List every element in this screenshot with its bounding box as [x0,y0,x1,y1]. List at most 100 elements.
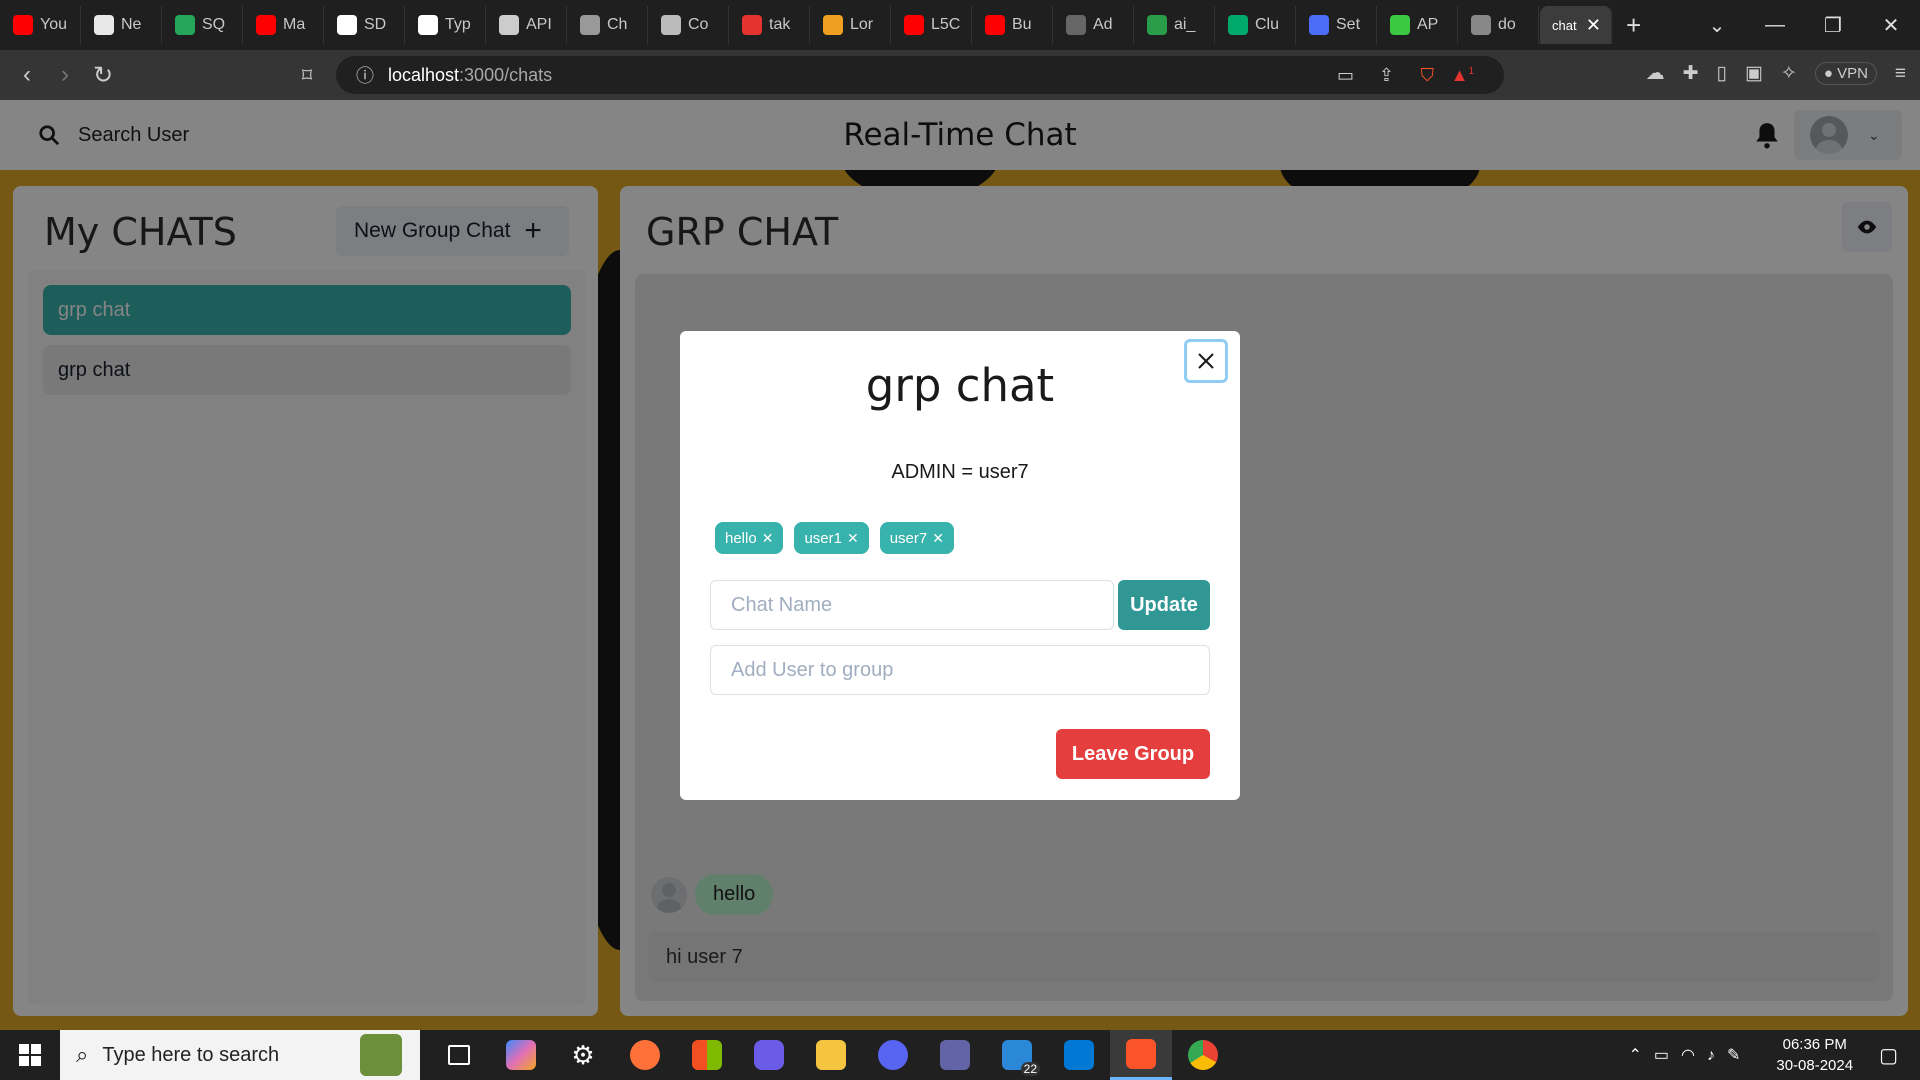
tab-search-icon[interactable]: ⌄ [1688,13,1746,38]
tab-label: Co [688,16,709,33]
forward-icon[interactable]: › [46,61,84,89]
mail-icon[interactable]: 22 [986,1030,1048,1080]
tab-label: Lor [850,16,874,33]
close-tab-icon[interactable]: ✕ [1586,15,1601,36]
teams-icon[interactable] [924,1030,986,1080]
remove-member-icon[interactable]: ✕ [762,530,774,547]
tab-label: SQ [202,16,226,33]
task-view-icon[interactable] [428,1030,490,1080]
chat-name-input[interactable]: Chat Name [710,580,1114,630]
member-tag[interactable]: hello ✕ [715,522,784,554]
brave-icon[interactable] [1110,1030,1172,1080]
sidebar-icon[interactable]: ▯ [1716,62,1726,85]
tab-label: Bu [1012,16,1032,33]
browser-tab[interactable]: API [487,6,567,44]
discord-icon[interactable] [862,1030,924,1080]
site-info-icon[interactable]: ⓘ [356,62,374,88]
clock-date: 30-08-2024 [1776,1057,1854,1074]
tab-favicon-icon [1309,15,1329,35]
settings-icon[interactable]: ⚙ [552,1030,614,1080]
browser-tab[interactable]: Set [1297,6,1377,44]
puzzle-icon[interactable]: ✚ [1683,62,1699,85]
tab-favicon-icon [337,15,357,35]
menu-icon[interactable]: ≡ [1895,63,1906,85]
tab-favicon-icon [499,15,519,35]
browser-tab[interactable]: Ne [82,6,162,44]
browser-tab[interactable]: AP [1378,6,1458,44]
vscode-icon[interactable] [1048,1030,1110,1080]
browser-tab[interactable]: Ma [244,6,324,44]
browser-tab[interactable]: Ch [568,6,648,44]
address-bar[interactable]: ⓘ localhost:3000/chats ▭ ⇪ ⛉ ▲1 [336,56,1504,94]
media-player-icon[interactable] [738,1030,800,1080]
browser-toolbar: ‹ › ↻ ⌑ ⓘ localhost:3000/chats ▭ ⇪ ⛉ ▲1 … [0,50,1920,100]
member-tag[interactable]: user7 ✕ [879,522,954,554]
back-icon[interactable]: ‹ [8,61,46,89]
chrome-icon[interactable] [1172,1030,1234,1080]
browser-tab[interactable]: Clu [1216,6,1296,44]
remove-member-icon[interactable]: ✕ [847,530,859,547]
extension-icon[interactable]: ☁ [1646,62,1665,85]
taskbar-search[interactable]: ⌕ Type here to search [60,1030,420,1080]
tab-favicon-icon [1066,15,1086,35]
browser-tab[interactable]: Co [649,6,729,44]
browser-tab[interactable]: tak [730,6,810,44]
close-window-button[interactable]: ✕ [1862,13,1920,38]
modal-close-button[interactable] [1184,339,1228,383]
tab-label: SD [364,16,387,33]
tab-label: tak [769,16,791,33]
tab-favicon-icon [418,15,438,35]
browser-tab[interactable]: SD [325,6,405,44]
cast-icon[interactable]: ▭ [1337,65,1354,86]
member-tag[interactable]: user1 ✕ [794,522,869,554]
firefox-icon[interactable] [614,1030,676,1080]
browser-tab[interactable]: Lor [811,6,891,44]
remove-member-icon[interactable]: ✕ [932,530,944,547]
browser-tab[interactable]: Bu [973,6,1053,44]
search-icon: ⌕ [76,1042,89,1067]
tab-favicon-icon [580,15,600,35]
active-tab-label: chat [1552,17,1577,33]
brave-rewards-icon[interactable]: ▲1 [1451,65,1474,86]
bookmark-icon[interactable]: ⌑ [288,63,326,88]
share-icon[interactable]: ⇪ [1379,65,1394,86]
restore-button[interactable]: ❐ [1804,13,1862,38]
tray-icons[interactable]: ⌃▭◠♪✎ [1628,1045,1752,1065]
browser-tab[interactable]: SQ [163,6,243,44]
tab-label: AP [1417,16,1439,33]
new-tab-button[interactable]: + [1626,10,1641,41]
tab-label: Ma [283,16,306,33]
store-icon[interactable] [676,1030,738,1080]
reload-icon[interactable]: ↻ [84,61,122,90]
browser-tab[interactable]: Ad [1054,6,1134,44]
leave-group-button[interactable]: Leave Group [1056,729,1210,779]
tab-favicon-icon [1471,15,1491,35]
vpn-button[interactable]: ● VPN [1814,62,1877,85]
system-tray: ⌃▭◠♪✎ 06:36 PM 30-08-2024 ▢ [1628,1030,1920,1080]
wallet-icon[interactable]: ▣ [1745,62,1763,85]
tab-active-chat[interactable]: chat ✕ [1540,6,1612,44]
search-highlight-image [360,1034,402,1076]
add-user-input[interactable]: Add User to group [710,645,1210,695]
tab-label: L5C [931,16,961,33]
browser-tab[interactable]: ai_ [1135,6,1215,44]
clock[interactable]: 06:36 PM 30-08-2024 [1776,1034,1853,1076]
modal-overlay[interactable]: grp chat ADMIN = user7 hello ✕ user1 ✕ use… [0,100,1920,1030]
start-button[interactable] [0,1030,60,1080]
browser-tab[interactable]: Typ [406,6,486,44]
file-explorer-icon[interactable] [800,1030,862,1080]
toolbar-extensions: ☁ ✚ ▯ ▣ ✧ ● VPN ≡ [1646,62,1906,85]
tab-label: You [40,16,67,33]
tab-label: ai_ [1174,16,1196,33]
leo-icon[interactable]: ✧ [1781,62,1797,85]
browser-tab-strip: You Ne SQ Ma SD Typ API Ch Co tak Lor L5C Bu Ad ai_ Clu… [0,0,1920,50]
copilot-icon[interactable] [490,1030,552,1080]
browser-tab[interactable]: do [1459,6,1539,44]
minimize-button[interactable]: — [1746,14,1804,37]
browser-tab[interactable]: L5C [892,6,972,44]
brave-shield-icon[interactable]: ⛉ [1421,65,1435,86]
update-button[interactable]: Update [1118,580,1210,630]
windows-icon [19,1044,41,1066]
notification-icon[interactable]: ▢ [1879,1043,1898,1068]
browser-tab[interactable]: You [1,6,81,44]
